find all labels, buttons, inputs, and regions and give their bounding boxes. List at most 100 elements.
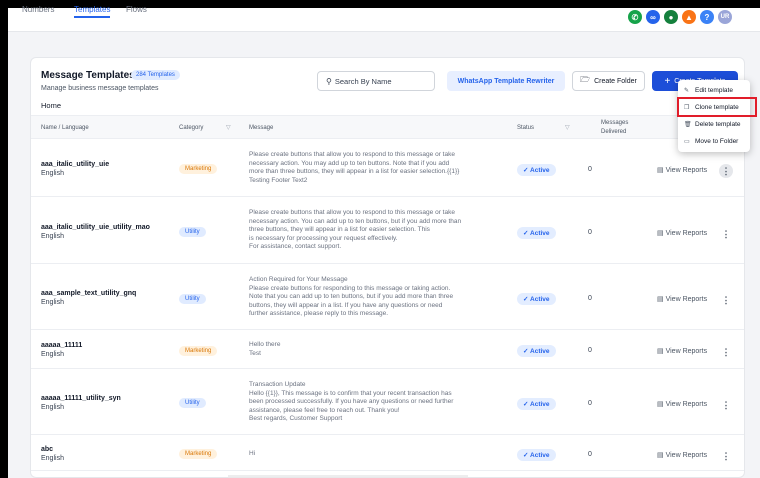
view-reports-link[interactable]: ▤ View Reports xyxy=(657,229,707,237)
header-message: Message xyxy=(249,125,274,131)
folder-icon: 🗁 xyxy=(580,75,591,84)
page-title: Message Templates xyxy=(41,70,135,81)
screen-top-border xyxy=(0,0,760,8)
folder-icon: ▭ xyxy=(684,139,690,145)
plus-icon: + xyxy=(664,75,671,87)
template-name[interactable]: abc xyxy=(41,446,53,453)
status-badge: ✓ Active xyxy=(517,293,556,305)
row-actions-button[interactable]: ⋮ xyxy=(719,398,733,412)
template-message: Hello there Test xyxy=(249,341,281,357)
template-name[interactable]: aaa_sample_text_utility_gnq xyxy=(41,290,136,297)
bell-icon[interactable]: ▲ xyxy=(682,10,696,24)
chart-icon: ▤ xyxy=(657,348,664,355)
table-row: aaa_sample_text_utility_gnq English Util… xyxy=(31,264,744,330)
table-row: abc English Marketing Hi ✓ Active 0 ▤ Vi… xyxy=(31,435,744,471)
delivered-count: 0 xyxy=(588,400,592,407)
link-icon[interactable]: ∞ xyxy=(646,10,660,24)
phone-icon[interactable]: ✆ xyxy=(628,10,642,24)
chart-icon: ▤ xyxy=(657,296,664,303)
chart-icon: ▤ xyxy=(657,230,664,237)
template-language: English xyxy=(41,170,64,177)
row-actions-button[interactable]: ⋮ xyxy=(719,449,733,463)
tab-numbers[interactable]: Numbers xyxy=(22,5,54,14)
chart-icon: ▤ xyxy=(657,167,664,174)
menu-item-delete-template[interactable]: 🗑 Delete template xyxy=(684,121,741,128)
category-badge: Marketing xyxy=(179,164,218,174)
tab-flows[interactable]: Flows xyxy=(126,5,147,14)
status-badge: ✓ Active xyxy=(517,227,556,239)
category-badge: Utility xyxy=(179,398,206,408)
template-language: English xyxy=(41,404,64,411)
search-icon: ⚲ xyxy=(326,76,332,86)
view-reports-link[interactable]: ▤ View Reports xyxy=(657,400,707,408)
view-reports-link[interactable]: ▤ View Reports xyxy=(657,166,707,174)
delivered-count: 0 xyxy=(588,295,592,302)
header-delivered-2: Delivered xyxy=(601,129,627,135)
table-row: aaa_italic_utility_uie English Marketing… xyxy=(31,139,744,197)
template-language: English xyxy=(41,351,64,358)
page-subtitle: Manage business message templates xyxy=(41,85,159,92)
header-status: Status xyxy=(517,125,535,131)
template-language: English xyxy=(41,233,64,240)
row-actions-button[interactable]: ⋮ xyxy=(719,345,733,359)
template-message: Action Required for Your Message Please c… xyxy=(249,276,454,317)
delivered-count: 0 xyxy=(588,347,592,354)
template-message: Please create buttons that allow you to … xyxy=(249,151,460,184)
breadcrumb[interactable]: Home xyxy=(41,101,61,110)
menu-item-edit-template[interactable]: ✎ Edit template xyxy=(684,87,733,94)
template-rewriter-button[interactable]: WhatsApp Template Rewriter xyxy=(447,71,565,91)
template-name[interactable]: aaa_italic_utility_uie_utility_mao xyxy=(41,224,150,231)
status-filter-icon[interactable]: ▽ xyxy=(565,124,570,131)
table-row: aaaaa_11111_utility_syn English Utility … xyxy=(31,369,744,435)
template-message: Hi xyxy=(249,450,256,457)
table-row: aaa_italic_utility_uie_utility_mao Engli… xyxy=(31,197,744,264)
help-icon[interactable]: ? xyxy=(700,10,714,24)
template-count-badge: 284 Templates xyxy=(131,70,180,80)
delivered-count: 0 xyxy=(588,166,592,173)
row-actions-button[interactable]: ⋮ xyxy=(719,164,733,178)
category-badge: Marketing xyxy=(179,449,218,459)
create-folder-button[interactable]: 🗁 Create Folder xyxy=(572,71,645,91)
view-reports-link[interactable]: ▤ View Reports xyxy=(657,451,707,459)
category-badge: Utility xyxy=(179,227,206,237)
view-reports-link[interactable]: ▤ View Reports xyxy=(657,295,707,303)
app-page: Numbers Templates Flows ✆ ∞ ● ▲ ? UR Mes… xyxy=(8,5,760,478)
tab-templates[interactable]: Templates xyxy=(74,5,111,18)
template-name[interactable]: aaa_italic_utility_uie xyxy=(41,161,109,168)
screen-left-border xyxy=(0,0,8,478)
templates-card: Message Templates 284 Templates Manage b… xyxy=(30,57,745,478)
header-delivered-1: Messages xyxy=(601,120,629,126)
trash-icon: 🗑 xyxy=(684,122,692,128)
row-actions-button[interactable]: ⋮ xyxy=(719,293,733,307)
template-name[interactable]: aaaaa_11111 xyxy=(41,342,82,349)
status-badge: ✓ Active xyxy=(517,345,556,357)
status-badge: ✓ Active xyxy=(517,164,556,176)
chat-icon[interactable]: ● xyxy=(664,10,678,24)
view-reports-link[interactable]: ▤ View Reports xyxy=(657,347,707,355)
category-badge: Utility xyxy=(179,294,206,304)
search-input[interactable]: ⚲ Search By Name xyxy=(317,71,435,91)
template-language: English xyxy=(41,455,64,462)
table-header: Name / Language Category ▽ Message Statu… xyxy=(31,115,744,139)
create-folder-label: Create Folder xyxy=(594,77,637,85)
clone-template-highlight xyxy=(677,97,757,117)
row-actions-button[interactable]: ⋮ xyxy=(719,227,733,241)
table-row: aaaaa_11111 English Marketing Hello ther… xyxy=(31,330,744,369)
template-message: Transaction Update Hello {{1}}, This mess… xyxy=(249,381,454,422)
template-language: English xyxy=(41,299,64,306)
chart-icon: ▤ xyxy=(657,401,664,408)
template-message: Please create buttons that allow you to … xyxy=(249,209,462,250)
header-category: Category xyxy=(179,125,204,131)
status-badge: ✓ Active xyxy=(517,398,556,410)
category-filter-icon[interactable]: ▽ xyxy=(226,124,231,131)
chart-icon: ▤ xyxy=(657,452,664,459)
delivered-count: 0 xyxy=(588,451,592,458)
template-name[interactable]: aaaaa_11111_utility_syn xyxy=(41,395,121,402)
status-badge: ✓ Active xyxy=(517,449,556,461)
delivered-count: 0 xyxy=(588,229,592,236)
search-placeholder: Search By Name xyxy=(334,76,392,86)
menu-item-move-to-folder[interactable]: ▭ Move to Folder xyxy=(684,138,738,145)
category-badge: Marketing xyxy=(179,346,218,356)
top-navigation: Numbers Templates Flows ✆ ∞ ● ▲ ? UR xyxy=(8,5,760,32)
avatar[interactable]: UR xyxy=(718,10,732,24)
